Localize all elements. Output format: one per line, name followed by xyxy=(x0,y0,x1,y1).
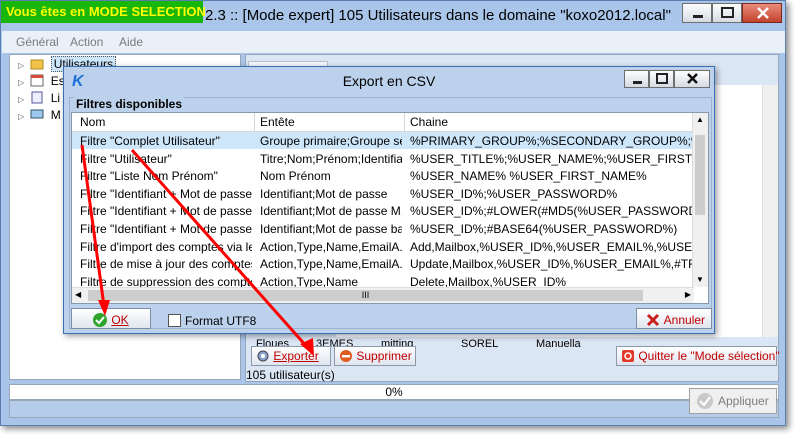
arrow-head-ok xyxy=(98,300,110,316)
arrow-to-export xyxy=(130,149,310,349)
annotation-arrows xyxy=(80,144,314,356)
arrow-to-ok xyxy=(80,144,106,307)
